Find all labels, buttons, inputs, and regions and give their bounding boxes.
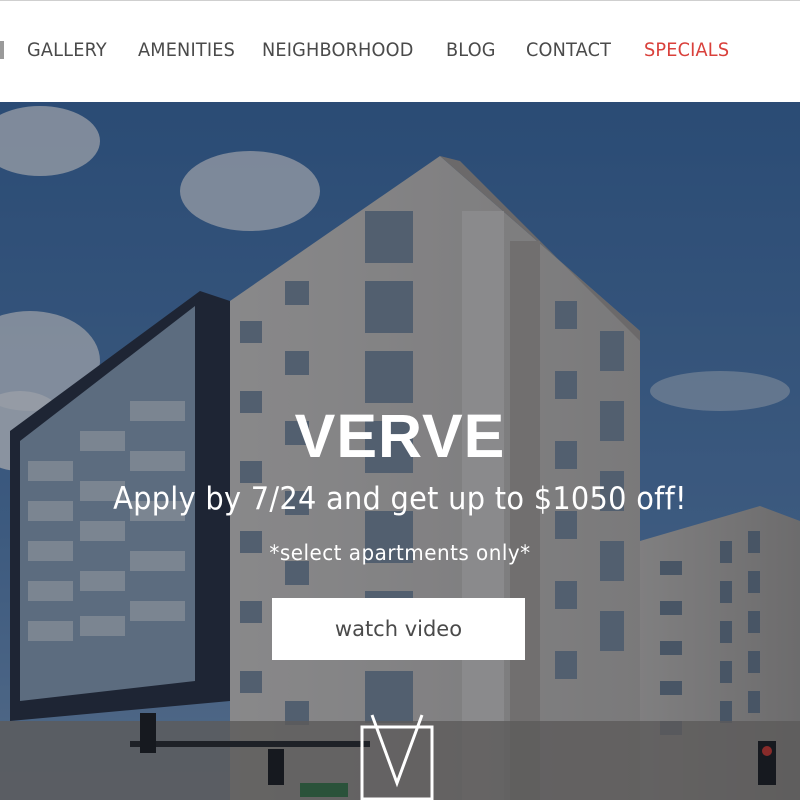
nav-gallery-link[interactable]: GALLERY: [27, 39, 107, 61]
hero-disclaimer: *select apartments only*: [269, 541, 531, 565]
watch-video-button[interactable]: watch video: [272, 598, 525, 660]
nav-amenities-link[interactable]: AMENITIES: [138, 39, 235, 61]
hero-section: VERVE Apply by 7/24 and get up to $1050 …: [0, 101, 800, 800]
site-header: GALLERY AMENITIES NEIGHBORHOOD BLOG CONT…: [0, 0, 800, 102]
nav-blog-link[interactable]: BLOG: [446, 39, 496, 61]
hero-title: VERVE: [294, 402, 506, 470]
nav-contact-link[interactable]: CONTACT: [526, 39, 611, 61]
hero-offer-text: Apply by 7/24 and get up to $1050 off!: [113, 481, 687, 517]
nav-neighborhood-link[interactable]: NEIGHBORHOOD: [262, 39, 414, 61]
main-nav: GALLERY AMENITIES NEIGHBORHOOD BLOG CONT…: [0, 1, 800, 102]
v-monogram-logo-icon[interactable]: [360, 713, 434, 800]
nav-specials-link[interactable]: SPECIALS: [644, 39, 729, 61]
